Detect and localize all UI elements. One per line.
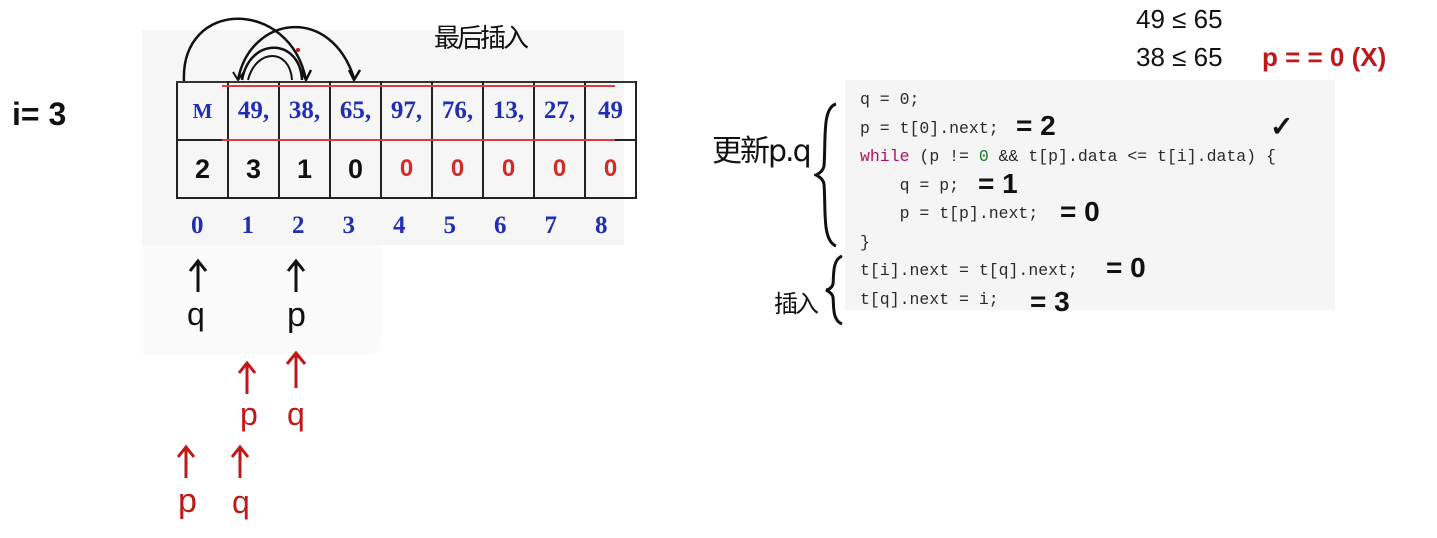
index-5: 5 xyxy=(443,212,457,239)
code-line-8: t[q].next = i; xyxy=(860,289,999,309)
next-row: 2 3 1 0 0 0 0 0 0 xyxy=(176,139,637,199)
condition-note: p = = 0 (X) xyxy=(1262,42,1387,72)
code-line-2: p = t[0].next; xyxy=(860,118,999,138)
annot-insert-eq-3: = 3 xyxy=(1030,286,1070,317)
index-2: 2 xyxy=(292,212,305,239)
index-labels: 0 1 2 3 4 5 6 7 8 xyxy=(172,212,627,240)
cell-data-7: 27, xyxy=(533,81,586,141)
arrow-up-icon xyxy=(188,258,208,292)
index-0: 0 xyxy=(191,212,204,239)
cell-next-8: 0 xyxy=(584,139,637,199)
arrow-up-icon xyxy=(285,350,307,388)
arc-1-to-2 xyxy=(240,46,304,81)
arrow-up-icon xyxy=(237,360,257,394)
annot-p-eq-2: = 2 xyxy=(1016,110,1056,141)
annot-p-eq-0: = 0 xyxy=(1060,196,1100,227)
arrow-up-icon xyxy=(230,444,250,478)
cell-data-5: 76, xyxy=(431,81,484,141)
pointer-p-label: p xyxy=(287,296,306,334)
red-underline-next xyxy=(222,139,615,141)
index-7: 7 xyxy=(544,212,558,239)
cell-next-0: 2 xyxy=(176,139,229,199)
insert-last-note: 最后插入 xyxy=(434,24,529,54)
code-line-7: t[i].next = t[q].next; xyxy=(860,261,1078,280)
code-line-1: q = 0; xyxy=(860,90,920,109)
pointer-q-label: q xyxy=(187,296,205,332)
red-p-label-1: p xyxy=(240,396,258,432)
code-line-5: p = t[p].next; xyxy=(860,204,1039,223)
red-p-label-2: p xyxy=(178,482,197,520)
code-line-3-cond: (p != xyxy=(909,147,979,166)
arrow-up-icon xyxy=(286,258,306,292)
cell-data-6: 13, xyxy=(482,81,535,141)
annot-next-eq-0: = 0 xyxy=(1106,252,1146,283)
red-q-label-1: q xyxy=(287,396,305,432)
index-4: 4 xyxy=(393,212,406,239)
code-keyword-while: while xyxy=(860,147,910,166)
cell-next-1: 3 xyxy=(227,139,280,199)
cell-data-1: 49, xyxy=(227,81,280,141)
cell-next-6: 0 xyxy=(482,139,535,199)
cell-next-2: 1 xyxy=(278,139,331,199)
i-value-label: i= 3 xyxy=(12,96,67,132)
cell-next-3: 0 xyxy=(329,139,382,199)
index-1: 1 xyxy=(241,212,255,239)
cell-data-4: 97, xyxy=(380,81,433,141)
link-arcs xyxy=(182,17,362,83)
check-icon: ✓ xyxy=(1270,111,1294,142)
arc-1-inner xyxy=(247,55,293,81)
diagram-background-lower xyxy=(142,245,382,355)
cell-data-3: 65, xyxy=(329,81,382,141)
brace-update xyxy=(814,102,837,248)
cell-next-5: 0 xyxy=(431,139,484,199)
code-line-3-rest: && t[p].data <= t[i].data) { xyxy=(988,147,1276,166)
insert-label: 插入 xyxy=(774,290,819,318)
code-line-4: q = p; xyxy=(860,175,960,195)
cell-next-4: 0 xyxy=(380,139,433,199)
annot-q-eq-1: = 1 xyxy=(978,168,1018,199)
arrow-up-icon xyxy=(176,444,196,478)
code-line-3-zero: 0 xyxy=(978,147,989,166)
cell-data-2: 38, xyxy=(278,81,331,141)
cell-next-7: 0 xyxy=(533,139,586,199)
data-row: M 49, 38, 65, 97, 76, 13, 27, 49 xyxy=(176,81,637,141)
compare-note-1: 49 ≤ 65 xyxy=(1136,4,1223,34)
index-6: 6 xyxy=(494,212,507,239)
red-underline-data xyxy=(222,85,615,87)
index-8: 8 xyxy=(595,212,608,239)
update-pq-label: 更新p.q xyxy=(712,134,812,169)
compare-note-2: 38 ≤ 65 xyxy=(1136,42,1223,72)
code-line-6: } xyxy=(860,232,870,252)
cell-data-8: 49 xyxy=(584,81,637,141)
index-3: 3 xyxy=(342,212,356,239)
cell-data-0: M xyxy=(176,81,229,141)
brace-insert xyxy=(825,254,843,326)
red-q-label-2: q xyxy=(232,484,250,520)
